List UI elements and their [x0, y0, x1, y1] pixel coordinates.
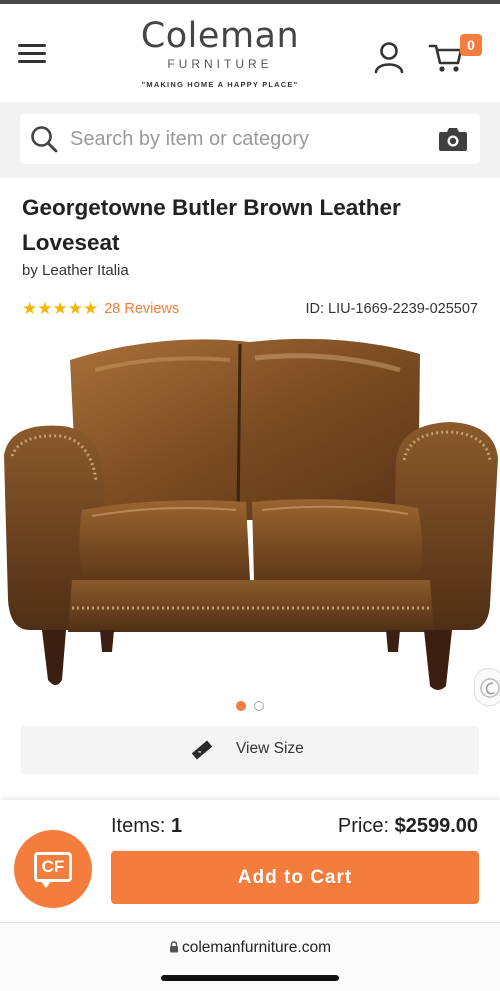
- user-icon[interactable]: [372, 40, 406, 74]
- search-input[interactable]: [70, 114, 430, 164]
- url-display[interactable]: colemanfurniture.com: [0, 939, 500, 957]
- product-rating: ★★★★★ 28 Reviews: [22, 298, 179, 320]
- search-icon[interactable]: [30, 125, 58, 153]
- carousel-dot-1[interactable]: [236, 701, 246, 711]
- lock-icon: [169, 940, 179, 953]
- carousel-dot-2[interactable]: [254, 701, 264, 711]
- view-size-button[interactable]: View Size: [21, 726, 479, 774]
- price-label: Price:: [337, 815, 390, 837]
- items-count: Items: 1: [111, 815, 182, 838]
- logo-tagline: "MAKING HOME A HAPPY PLACE": [141, 80, 299, 89]
- cart-count-badge[interactable]: 0: [460, 34, 482, 56]
- view-size-label: View Size: [236, 740, 304, 757]
- chat-bubble-tail: [40, 880, 52, 888]
- browser-url-bar: colemanfurniture.com: [0, 922, 500, 991]
- url-text: colemanfurniture.com: [181, 939, 332, 956]
- items-label: Items:: [111, 815, 166, 837]
- image-carousel-dots: [236, 701, 264, 711]
- site-logo[interactable]: Coleman FURNITURE "MAKING HOME A HAPPY P…: [110, 16, 330, 96]
- rating-stars: ★★★★★: [22, 299, 99, 318]
- ruler-icon: [191, 739, 213, 761]
- logo-wordmark: Coleman: [140, 16, 300, 56]
- chat-button[interactable]: CF: [14, 830, 92, 908]
- product-brand[interactable]: by Leather Italia: [22, 262, 129, 279]
- site-header: Coleman FURNITURE "MAKING HOME A HAPPY P…: [0, 4, 500, 102]
- reviews-link[interactable]: 28 Reviews: [104, 301, 179, 317]
- price-value: $2599.00: [394, 815, 478, 837]
- add-to-cart-button[interactable]: Add to Cart: [111, 851, 479, 904]
- logo-subtitle: FURNITURE: [167, 57, 273, 71]
- camera-icon[interactable]: [438, 126, 468, 152]
- product-image[interactable]: [0, 330, 500, 700]
- search-bar-container: [0, 102, 500, 178]
- product-title: Georgetowne Butler Brown Leather Lovesea…: [22, 195, 401, 255]
- chat-icon: CF: [34, 852, 72, 882]
- hamburger-menu-icon[interactable]: [18, 44, 46, 64]
- home-indicator[interactable]: [161, 975, 339, 981]
- search-box: [20, 114, 480, 164]
- floating-badge-icon[interactable]: [474, 668, 500, 706]
- price-total: Price: $2599.00: [338, 815, 478, 838]
- product-page: Coleman FURNITURE "MAKING HOME A HAPPY P…: [0, 0, 500, 991]
- product-id: ID: LIU-1669-2239-025507: [305, 301, 478, 317]
- items-value: 1: [171, 815, 183, 837]
